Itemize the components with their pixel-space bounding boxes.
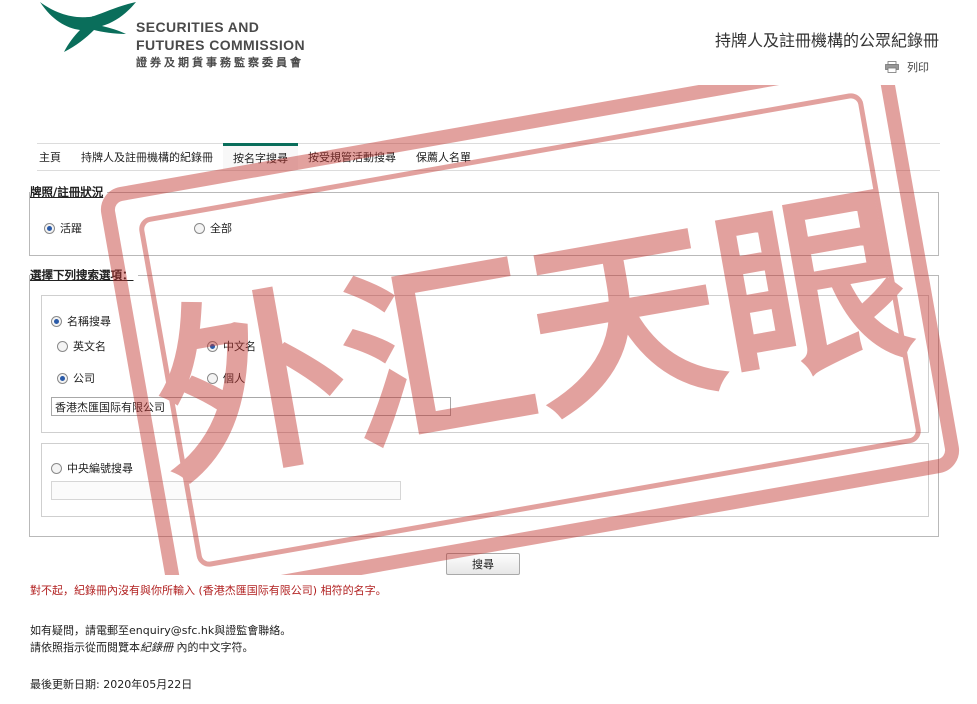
- page: SECURITIES AND FUTURES COMMISSION 證券及期貨事…: [0, 0, 977, 704]
- last-updated-date: 2020年05月22日: [103, 678, 193, 691]
- english-name-radio[interactable]: [57, 340, 68, 352]
- ce-search-box: 中央編號搜尋: [41, 443, 929, 517]
- print-button[interactable]: 列印: [885, 59, 929, 75]
- main-tabs: 主頁 持牌人及註冊機構的紀錄冊 按名字搜尋 按受規管活動搜尋 保薦人名單: [37, 143, 940, 171]
- status-all-label: 全部: [210, 222, 232, 235]
- individual-radio[interactable]: [207, 372, 218, 384]
- english-name-label: 英文名: [73, 340, 106, 353]
- individual-label: 個人: [223, 372, 245, 385]
- contact-prefix: 如有疑問，請電郵至: [30, 624, 129, 637]
- tab-sponsor-list[interactable]: 保薦人名單: [406, 144, 481, 170]
- individual-option[interactable]: 個人: [207, 370, 245, 386]
- guide-message: 請依照指示從而閱覽本紀錄冊 內的中文字符。: [30, 639, 254, 655]
- status-all-radio[interactable]: [194, 222, 205, 234]
- status-active-label: 活躍: [60, 222, 82, 235]
- printer-icon: [885, 61, 899, 73]
- company-radio[interactable]: [57, 372, 68, 384]
- name-search-input[interactable]: [51, 397, 451, 416]
- ce-search-option[interactable]: 中央編號搜尋: [51, 460, 133, 476]
- search-button[interactable]: 搜尋: [446, 553, 520, 575]
- sfc-logo[interactable]: SECURITIES AND FUTURES COMMISSION 證券及期貨事…: [36, 0, 336, 72]
- logo-chinese-name: 證券及期貨事務監察委員會: [136, 56, 304, 69]
- search-options-group: 選擇下列搜索選項： 名稱搜尋 英文名 中文名 公司 個人 香港杰匯国际有限公司 …: [29, 267, 939, 537]
- tab-register[interactable]: 持牌人及註冊機構的紀錄冊: [71, 144, 223, 170]
- contact-message: 如有疑問，請電郵至enquiry@sfc.hk與證監會聯絡。: [30, 622, 291, 638]
- ce-search-label: 中央編號搜尋: [67, 462, 133, 475]
- contact-email-link[interactable]: enquiry@sfc.hk: [129, 624, 214, 637]
- tab-search-by-name[interactable]: 按名字搜尋: [223, 143, 298, 170]
- tab-home[interactable]: 主頁: [37, 144, 71, 170]
- contact-suffix: 與證監會聯絡。: [214, 624, 292, 637]
- name-search-radio[interactable]: [51, 315, 62, 327]
- status-all-option[interactable]: 全部: [194, 220, 232, 236]
- guide-italic: 紀錄冊: [140, 641, 173, 654]
- company-option[interactable]: 公司: [57, 370, 95, 386]
- sfc-bird-logo-icon: [40, 1, 136, 52]
- tab-search-by-activity[interactable]: 按受規管活動搜尋: [298, 144, 406, 170]
- status-active-option[interactable]: 活躍: [44, 220, 82, 236]
- search-options-legend: 選擇下列搜索選項：: [30, 267, 138, 283]
- no-result-message: 對不起，紀錄冊內沒有與你所輸入 (香港杰匯国际有限公司) 相符的名字。: [30, 584, 387, 597]
- ce-number-input[interactable]: [51, 481, 401, 500]
- english-name-option[interactable]: 英文名: [57, 338, 106, 354]
- guide-prefix: 請依照指示從而閱覽本: [30, 641, 140, 654]
- register-title: 持牌人及註冊機構的公眾紀錄冊: [714, 31, 939, 50]
- guide-suffix: 內的中文字符。: [176, 641, 254, 654]
- ce-search-radio[interactable]: [51, 462, 62, 474]
- print-label: 列印: [907, 61, 929, 74]
- last-updated: 最後更新日期: 2020年05月22日: [30, 676, 192, 692]
- last-updated-label: 最後更新日期:: [30, 678, 100, 691]
- status-active-radio[interactable]: [44, 222, 55, 234]
- logo-english-name: SECURITIES AND FUTURES COMMISSION: [136, 19, 305, 53]
- license-status-legend: 牌照/註冊狀況: [30, 184, 108, 200]
- chinese-name-radio[interactable]: [207, 340, 218, 352]
- chinese-name-option[interactable]: 中文名: [207, 338, 256, 354]
- license-status-group: 牌照/註冊狀況 活躍 全部: [29, 184, 939, 256]
- company-label: 公司: [73, 372, 95, 385]
- name-search-box: 名稱搜尋 英文名 中文名 公司 個人: [41, 295, 929, 433]
- name-search-label: 名稱搜尋: [67, 315, 111, 328]
- chinese-name-label: 中文名: [223, 340, 256, 353]
- name-search-option[interactable]: 名稱搜尋: [51, 313, 111, 329]
